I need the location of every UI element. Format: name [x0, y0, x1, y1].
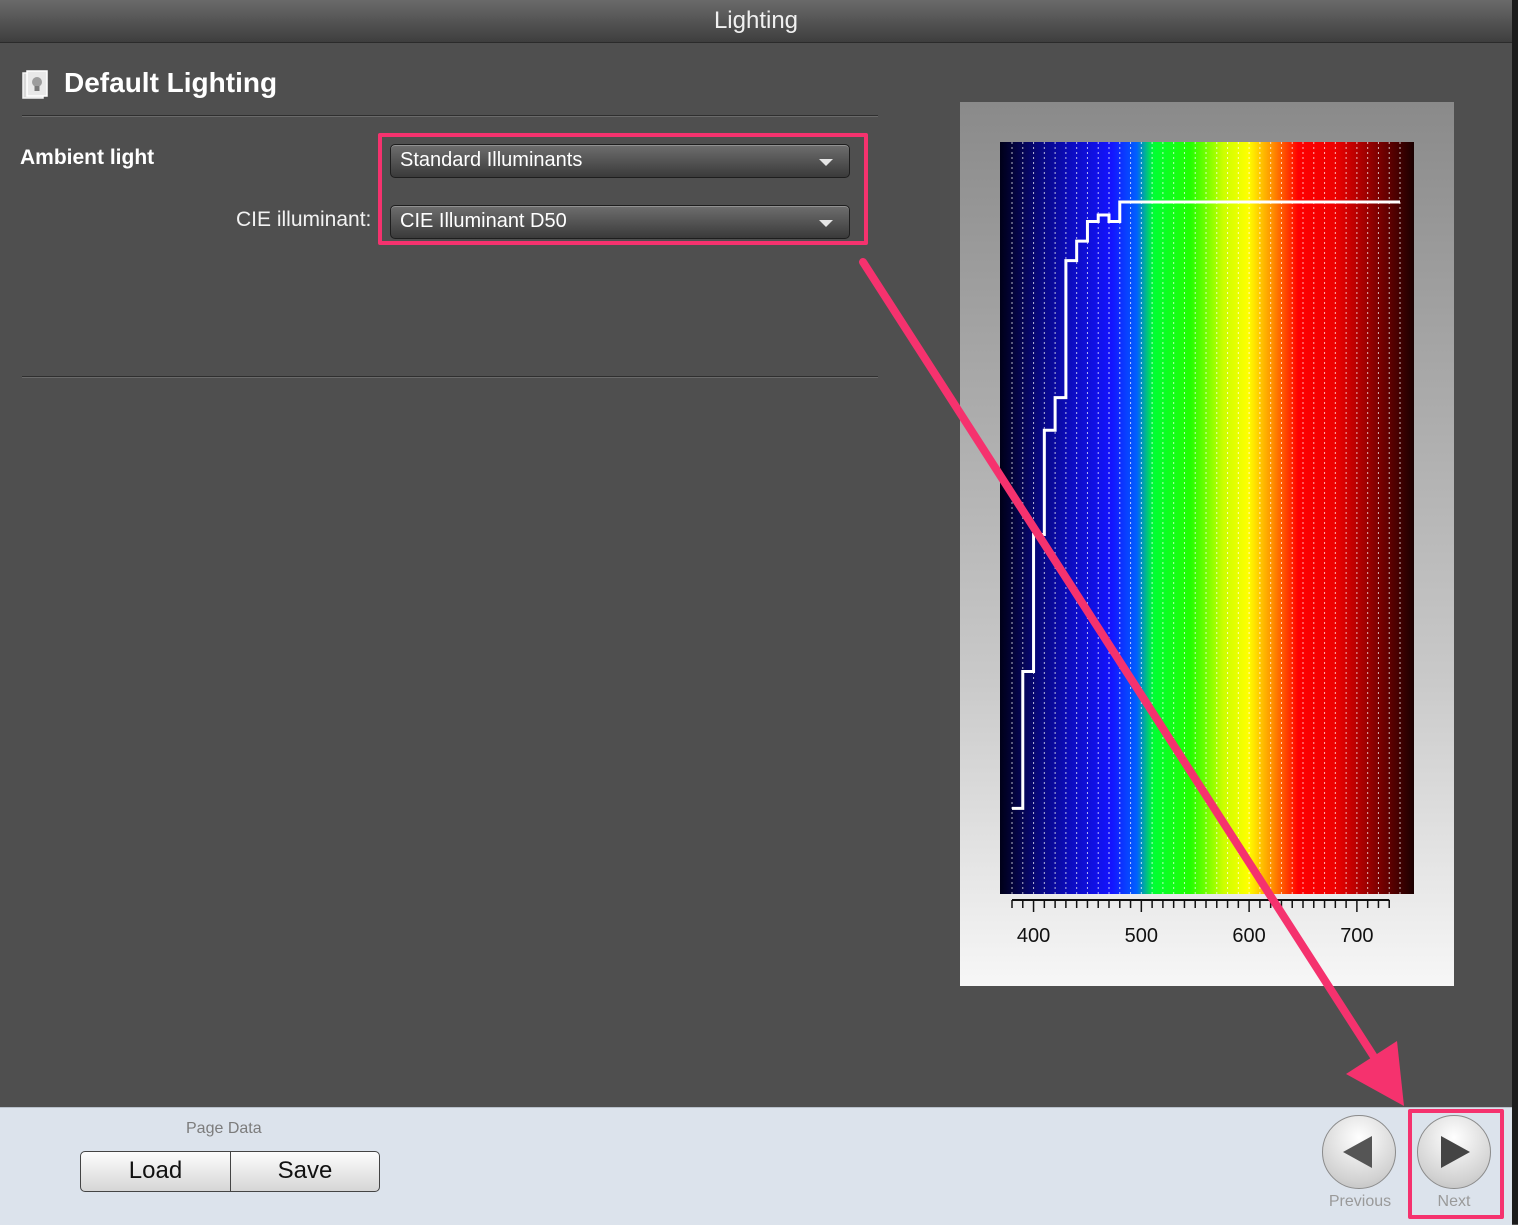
x-tick-label: 500: [1125, 925, 1158, 947]
x-tick-label: 600: [1232, 925, 1265, 947]
lightbulb-document-icon: [22, 70, 48, 99]
spectrum-chart: 400 500 600 700: [1000, 142, 1414, 947]
cie-illuminant-label: CIE illuminant:: [236, 208, 372, 231]
previous-button[interactable]: [1322, 1115, 1396, 1189]
load-button[interactable]: Load: [80, 1151, 231, 1192]
divider-top: [22, 115, 878, 117]
window-edge: [1512, 0, 1518, 1224]
ambient-light-label: Ambient light: [20, 146, 155, 169]
x-tick-label: 700: [1340, 925, 1373, 947]
section-title: Default Lighting: [64, 67, 278, 98]
next-button-highlight: [1408, 1109, 1504, 1219]
spectrum-chart-panel: 400 500 600 700: [960, 102, 1454, 986]
save-button[interactable]: Save: [230, 1151, 380, 1192]
spectrum-plot-area: [1000, 142, 1414, 894]
page-data-label: Page Data: [186, 1120, 262, 1137]
x-tick-label: 400: [1017, 925, 1050, 947]
window-title: Lighting: [0, 0, 1512, 43]
triangle-left-icon: [1343, 1136, 1372, 1168]
divider-bottom: [22, 376, 878, 378]
previous-label: Previous: [1328, 1193, 1392, 1210]
dropdowns-highlight: [378, 133, 868, 245]
